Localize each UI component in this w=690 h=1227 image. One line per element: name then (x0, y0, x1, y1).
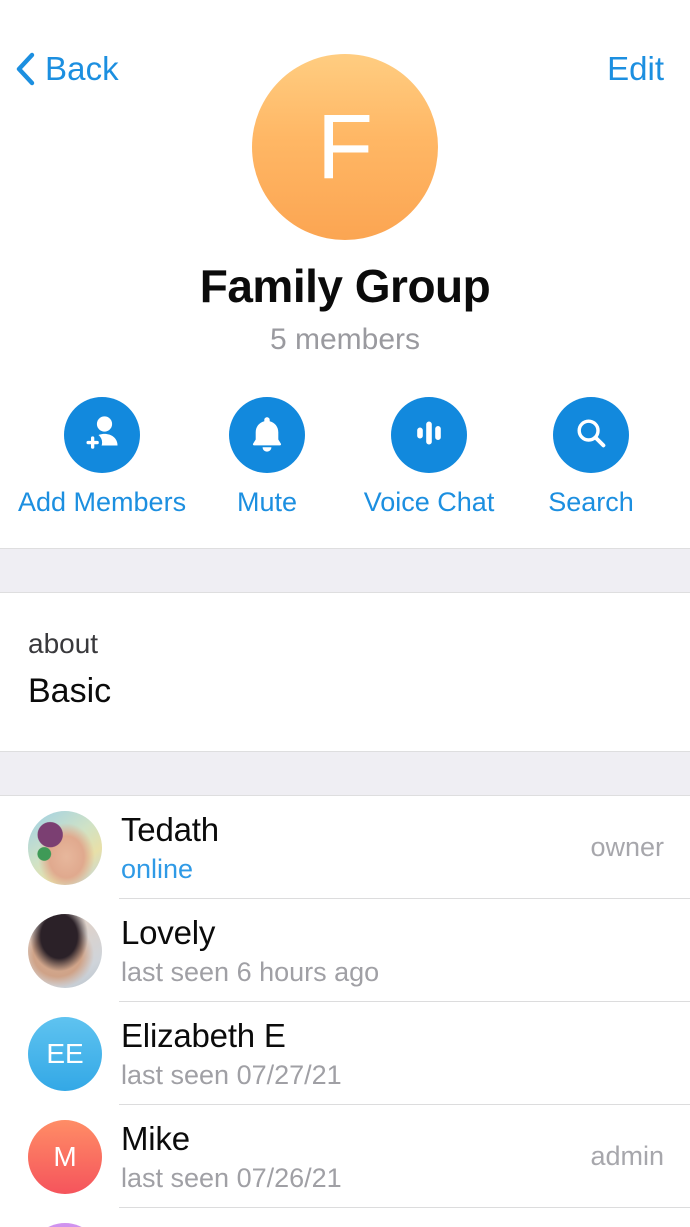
table-row[interactable]: M Mike last seen 07/26/21 admin (0, 1105, 690, 1209)
member-name: Lovely (121, 913, 216, 951)
group-member-count: 5 members (269, 323, 421, 356)
mute-button-circle (229, 397, 306, 473)
member-role-badge: owner (590, 832, 664, 863)
mute-button[interactable]: Mute (186, 397, 348, 518)
avatar-initials: EE (46, 1037, 84, 1069)
member-name: Tedath (121, 810, 219, 848)
back-button-label: Back (45, 50, 119, 87)
about-section[interactable]: about Basic (0, 593, 690, 752)
table-row[interactable]: Tedath online owner (0, 796, 690, 900)
member-name: alphr (121, 1223, 652, 1227)
voice-chat-icon (409, 413, 449, 458)
avatar (28, 810, 102, 885)
add-members-button-circle (64, 397, 141, 473)
member-text: Tedath online (121, 811, 578, 885)
voice-chat-button-circle (391, 397, 468, 473)
member-status: online (121, 853, 194, 884)
voice-chat-label: Voice Chat (363, 487, 495, 517)
member-text: Elizabeth E last seen 07/27/21 (121, 1017, 652, 1091)
chevron-left-icon (14, 52, 36, 86)
back-button[interactable]: Back (14, 50, 119, 88)
table-row[interactable]: A alphr has no access to messages (0, 1208, 690, 1227)
group-info-screen: Back Edit F Family Group 5 members Add M… (0, 0, 690, 1227)
member-text: alphr has no access to messages (121, 1223, 652, 1227)
about-value: Basic (28, 671, 112, 710)
search-icon (571, 413, 611, 458)
member-name: Mike (121, 1119, 190, 1157)
member-status: last seen 07/26/21 (121, 1162, 342, 1193)
avatar-initials: M (53, 1140, 77, 1172)
group-header: F Family Group 5 members Add Members Mut… (0, 54, 690, 548)
group-avatar[interactable]: F (252, 54, 438, 240)
group-title: Family Group (199, 260, 491, 312)
member-role-badge: admin (590, 1141, 664, 1172)
search-label: Search (548, 487, 634, 517)
add-members-label: Add Members (18, 487, 187, 517)
member-text: Lovely last seen 6 hours ago (121, 914, 652, 988)
add-member-icon (80, 411, 124, 460)
member-text: Mike last seen 07/26/21 (121, 1120, 578, 1194)
table-row[interactable]: Lovely last seen 6 hours ago (0, 899, 690, 1003)
member-status: last seen 07/27/21 (121, 1059, 342, 1090)
section-separator-top (0, 548, 690, 593)
section-separator-members (0, 751, 690, 797)
member-status: last seen 6 hours ago (121, 956, 380, 987)
about-label: about (28, 628, 99, 659)
avatar: M (28, 1119, 102, 1194)
table-row[interactable]: EE Elizabeth E last seen 07/27/21 (0, 1002, 690, 1106)
avatar: EE (28, 1016, 102, 1091)
voice-chat-button[interactable]: Voice Chat (348, 397, 510, 518)
mute-label: Mute (237, 487, 298, 517)
action-button-row: Add Members Mute Voice Chat Search (0, 397, 690, 548)
search-button-circle (553, 397, 629, 473)
avatar: A (28, 1222, 102, 1227)
edit-button[interactable]: Edit (607, 50, 664, 88)
bell-icon (246, 412, 288, 459)
group-avatar-initial: F (316, 96, 374, 198)
member-list: Tedath online owner Lovely last seen 6 h… (0, 796, 690, 1227)
search-button[interactable]: Search (510, 397, 672, 518)
member-name: Elizabeth E (121, 1016, 286, 1054)
add-members-button[interactable]: Add Members (18, 397, 186, 518)
avatar (28, 913, 102, 988)
